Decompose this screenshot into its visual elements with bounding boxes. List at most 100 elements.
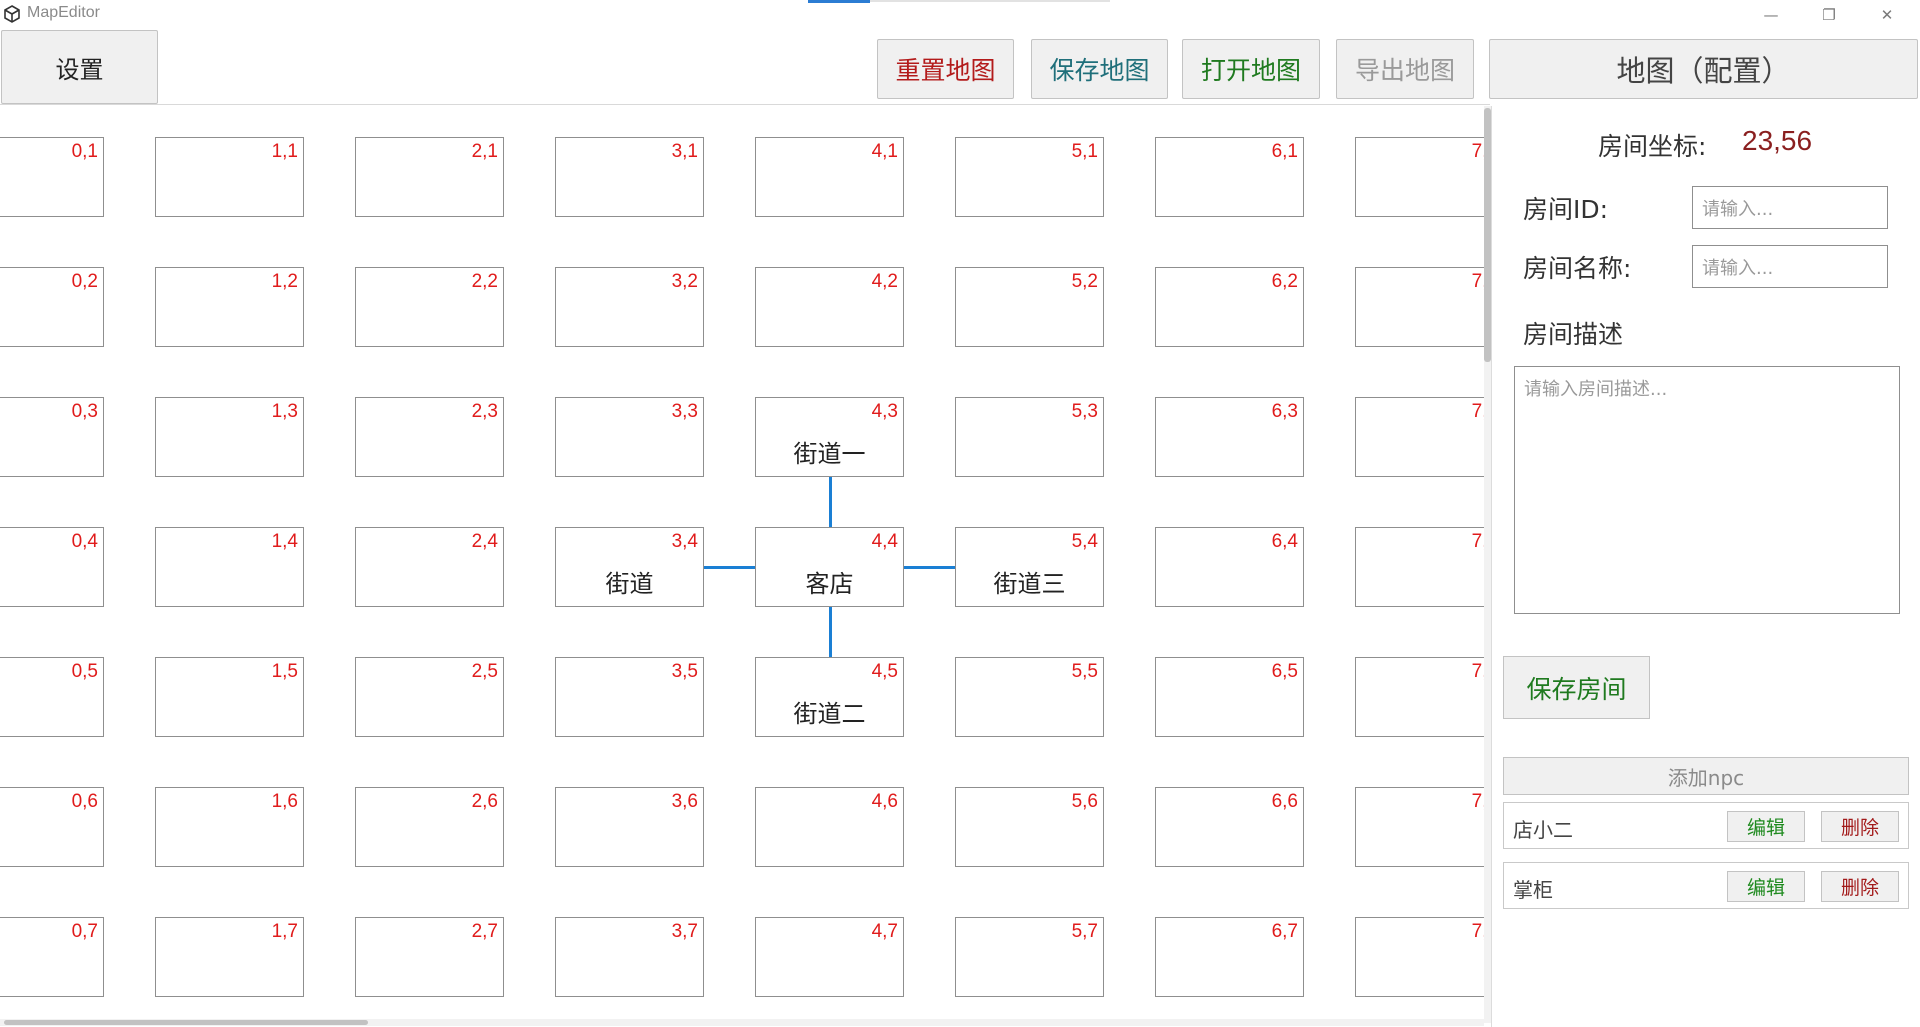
map-room-cell[interactable]: 5,2 <box>955 267 1104 347</box>
map-room-cell[interactable]: 5,1 <box>955 137 1104 217</box>
map-room-cell[interactable]: 0,4 <box>0 527 104 607</box>
map-room-cell[interactable]: 0,3 <box>0 397 104 477</box>
map-room-cell[interactable]: 1,3 <box>155 397 304 477</box>
map-room-cell[interactable]: 0,1 <box>0 137 104 217</box>
map-room-cell[interactable]: 5,4 街道三 <box>955 527 1104 607</box>
npc-delete-button[interactable]: 删除 <box>1821 871 1899 902</box>
minimize-button[interactable]: — <box>1742 0 1800 29</box>
map-room-cell[interactable]: 0,5 <box>0 657 104 737</box>
room-desc-textarea[interactable]: 请输入房间描述... <box>1514 366 1900 614</box>
room-coord-label: 0,3 <box>71 401 98 422</box>
room-name-input[interactable]: 请输入... <box>1692 245 1888 288</box>
map-room-cell[interactable]: 5,6 <box>955 787 1104 867</box>
map-canvas[interactable]: 0,1 1,1 2,1 3,1 4,1 5,1 6,1 7,1 0,2 1,2 2,2 3,2 4,2 5… <box>0 106 1484 1023</box>
map-room-cell[interactable]: 2,5 <box>355 657 504 737</box>
title-accent-bar <box>808 0 870 3</box>
room-coord-label: 3,6 <box>671 791 698 812</box>
room-coord-label: 6,4 <box>1271 531 1298 552</box>
map-room-cell[interactable]: 5,5 <box>955 657 1104 737</box>
room-id-label: 房间ID: <box>1523 195 1609 224</box>
map-room-cell[interactable]: 6,4 <box>1155 527 1304 607</box>
map-room-cell[interactable]: 2,2 <box>355 267 504 347</box>
room-coord-label: 2,7 <box>471 921 498 942</box>
vertical-scrollbar-thumb[interactable] <box>1484 108 1491 362</box>
close-button[interactable]: ✕ <box>1858 0 1916 29</box>
room-coord-label: 5,7 <box>1071 921 1098 942</box>
map-room-cell[interactable]: 1,2 <box>155 267 304 347</box>
map-room-cell[interactable]: 7,5 <box>1355 657 1484 737</box>
room-name-label: 街道二 <box>793 700 866 728</box>
map-room-cell[interactable]: 6,1 <box>1155 137 1304 217</box>
map-room-cell[interactable]: 5,7 <box>955 917 1104 997</box>
map-room-cell[interactable]: 6,6 <box>1155 787 1304 867</box>
room-coord-label: 7,3 <box>1471 401 1484 422</box>
map-room-cell[interactable]: 7,6 <box>1355 787 1484 867</box>
toolbar-divider <box>0 104 1490 105</box>
map-room-cell[interactable]: 0,7 <box>0 917 104 997</box>
room-coord-label: 3,7 <box>671 921 698 942</box>
open-map-button[interactable]: 打开地图 <box>1182 39 1320 99</box>
map-room-cell[interactable]: 2,7 <box>355 917 504 997</box>
room-coord-label: 5,1 <box>1071 141 1098 162</box>
map-horizontal-scrollbar[interactable] <box>0 1019 1484 1026</box>
map-room-cell[interactable]: 7,7 <box>1355 917 1484 997</box>
map-room-cell[interactable]: 4,6 <box>755 787 904 867</box>
room-coord-label: 2,2 <box>471 271 498 292</box>
map-room-cell[interactable]: 4,5 街道二 <box>755 657 904 737</box>
map-room-cell[interactable]: 6,3 <box>1155 397 1304 477</box>
map-room-cell[interactable]: 2,4 <box>355 527 504 607</box>
map-room-cell[interactable]: 2,6 <box>355 787 504 867</box>
reset-map-button[interactable]: 重置地图 <box>877 39 1014 99</box>
room-id-input[interactable]: 请输入... <box>1692 186 1888 229</box>
map-room-cell[interactable]: 4,7 <box>755 917 904 997</box>
room-coord-value: 23,56 <box>1742 125 1813 156</box>
npc-name: 店小二 <box>1513 818 1573 842</box>
room-coord-label: 6,2 <box>1271 271 1298 292</box>
map-room-cell[interactable]: 0,2 <box>0 267 104 347</box>
npc-delete-button[interactable]: 删除 <box>1821 811 1899 842</box>
map-room-cell[interactable]: 1,7 <box>155 917 304 997</box>
room-coord-label: 2,6 <box>471 791 498 812</box>
map-room-cell[interactable]: 2,1 <box>355 137 504 217</box>
export-map-button[interactable]: 导出地图 <box>1336 39 1474 99</box>
map-room-cell[interactable]: 0,6 <box>0 787 104 867</box>
maximize-button[interactable]: ❐ <box>1800 0 1858 29</box>
map-room-cell[interactable]: 7,3 <box>1355 397 1484 477</box>
map-room-cell[interactable]: 7,2 <box>1355 267 1484 347</box>
map-room-cell[interactable]: 4,4 客店 <box>755 527 904 607</box>
npc-edit-button[interactable]: 编辑 <box>1727 811 1805 842</box>
map-room-cell[interactable]: 6,7 <box>1155 917 1304 997</box>
room-coord-label: 2,5 <box>471 661 498 682</box>
map-room-cell[interactable]: 2,3 <box>355 397 504 477</box>
map-room-cell[interactable]: 1,1 <box>155 137 304 217</box>
map-room-cell[interactable]: 7,4 <box>1355 527 1484 607</box>
map-room-cell[interactable]: 1,6 <box>155 787 304 867</box>
map-vertical-scrollbar[interactable] <box>1484 106 1491 1023</box>
add-npc-button[interactable]: 添加npc <box>1503 757 1909 795</box>
map-room-cell[interactable]: 3,5 <box>555 657 704 737</box>
map-room-cell[interactable]: 6,2 <box>1155 267 1304 347</box>
map-room-cell[interactable]: 3,2 <box>555 267 704 347</box>
map-config-button[interactable]: 地图（配置） <box>1489 39 1918 99</box>
map-room-cell[interactable]: 3,7 <box>555 917 704 997</box>
npc-edit-button[interactable]: 编辑 <box>1727 871 1805 902</box>
map-room-cell[interactable]: 4,2 <box>755 267 904 347</box>
horizontal-scrollbar-thumb[interactable] <box>4 1020 368 1025</box>
map-room-cell[interactable]: 1,4 <box>155 527 304 607</box>
room-coord-label: 0,7 <box>71 921 98 942</box>
map-room-cell[interactable]: 7,1 <box>1355 137 1484 217</box>
map-room-cell[interactable]: 3,6 <box>555 787 704 867</box>
map-room-cell[interactable]: 3,3 <box>555 397 704 477</box>
settings-button[interactable]: 设置 <box>1 30 158 104</box>
map-room-cell[interactable]: 3,4 街道 <box>555 527 704 607</box>
map-room-cell[interactable]: 6,5 <box>1155 657 1304 737</box>
save-room-button[interactable]: 保存房间 <box>1503 656 1650 719</box>
map-room-cell[interactable]: 3,1 <box>555 137 704 217</box>
map-room-cell[interactable]: 4,3 街道一 <box>755 397 904 477</box>
map-room-cell[interactable]: 5,3 <box>955 397 1104 477</box>
save-map-button[interactable]: 保存地图 <box>1031 39 1168 99</box>
map-room-cell[interactable]: 1,5 <box>155 657 304 737</box>
map-room-cell[interactable]: 4,1 <box>755 137 904 217</box>
room-coord-label: 房间坐标: <box>1598 132 1707 161</box>
room-coord-label: 7,1 <box>1471 141 1484 162</box>
